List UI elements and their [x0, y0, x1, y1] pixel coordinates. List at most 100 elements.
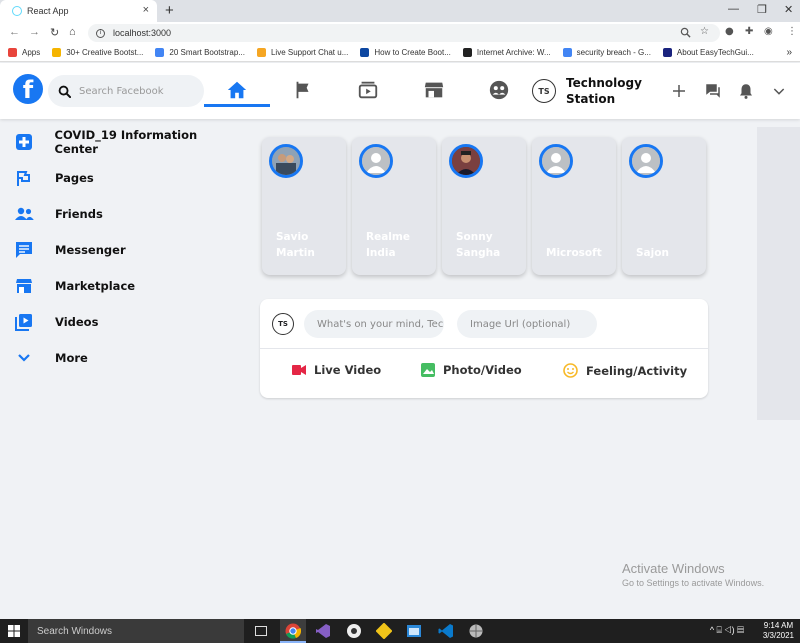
status-input[interactable] — [304, 310, 444, 338]
post-composer: TS Live Video Photo/Video Feeling/Activi… — [260, 299, 708, 398]
bookmark-item[interactable]: security breach - G... — [562, 48, 651, 57]
story-name: Realme India — [366, 231, 410, 259]
sidebar-item-pages[interactable]: Pages — [14, 165, 240, 191]
extension-icon[interactable]: ● — [725, 26, 734, 37]
visual-studio-icon[interactable] — [314, 622, 332, 640]
sidebar-item-label: Pages — [55, 171, 94, 185]
bookmark-item[interactable]: 30+ Creative Bootst... — [52, 48, 143, 57]
search-bar — [48, 75, 204, 107]
url-text: localhost:3000 — [113, 28, 172, 38]
bookmark-label: 30+ Creative Bootst... — [66, 48, 144, 57]
live-video-button[interactable]: Live Video — [292, 363, 381, 377]
marketplace-store-icon — [14, 276, 34, 296]
close-window-icon[interactable]: ✕ — [784, 3, 793, 16]
account-menu-icon[interactable] — [771, 83, 787, 99]
photo-video-button[interactable]: Photo/Video — [421, 363, 522, 377]
reload-icon[interactable]: ↻ — [50, 26, 59, 39]
story-card[interactable]: Microsoft — [532, 137, 616, 275]
zoom-icon[interactable] — [680, 27, 691, 38]
bookmark-item[interactable]: About EasyTechGui... — [662, 48, 754, 57]
sidebar-item-messenger[interactable]: Messenger — [14, 237, 240, 263]
bookmark-item[interactable]: Live Support Chat u... — [256, 48, 349, 57]
story-card[interactable]: Sajon — [622, 137, 706, 275]
sidebar-item-label: Messenger — [55, 243, 126, 257]
profile-chip[interactable]: TS Technology Station — [532, 75, 646, 107]
vscode-icon[interactable] — [437, 622, 455, 640]
extensions-puzzle-icon[interactable]: ✚ — [745, 26, 753, 37]
restore-icon[interactable]: ❐ — [757, 3, 767, 16]
chrome-menu-icon[interactable]: ⋮ — [787, 26, 797, 37]
bookmark-label: Live Support Chat u... — [270, 48, 349, 57]
paint-tool-icon[interactable] — [375, 622, 393, 640]
bookmark-icon — [360, 48, 370, 57]
task-view-icon[interactable] — [252, 622, 270, 640]
story-name: Sonny Sangha — [456, 231, 501, 259]
minimize-icon[interactable]: — — [728, 3, 739, 15]
composer-divider — [260, 348, 708, 349]
image-url-input[interactable] — [457, 310, 597, 338]
home-tab-indicator — [204, 104, 270, 107]
live-video-label: Live Video — [314, 363, 382, 377]
right-widgets-panel — [757, 127, 800, 420]
feeling-activity-button[interactable]: Feeling/Activity — [563, 363, 687, 378]
notifications-icon[interactable] — [737, 82, 755, 100]
watermark-title: Activate Windows — [622, 561, 725, 576]
back-icon[interactable]: ← — [9, 26, 20, 38]
feeling-icon — [563, 363, 578, 378]
chrome-icon[interactable] — [284, 622, 302, 640]
search-input[interactable] — [79, 85, 194, 97]
home-page-icon[interactable]: ⌂ — [69, 26, 76, 38]
bookmark-star-icon[interactable]: ☆ — [700, 26, 709, 37]
messenger-icon[interactable] — [704, 82, 722, 100]
story-card[interactable]: Savio Martin — [262, 137, 346, 275]
browser-tab-strip: React App × + — ❐ ✕ — [0, 0, 800, 22]
sidebar-item-marketplace[interactable]: Marketplace — [14, 273, 240, 299]
app-ball-icon[interactable] — [467, 622, 485, 640]
app-window-icon[interactable] — [405, 622, 423, 640]
story-card[interactable]: Sonny Sangha — [442, 137, 526, 275]
story-avatar-photo — [269, 144, 303, 178]
sidebar-item-videos[interactable]: Videos — [14, 309, 240, 335]
bookmark-item[interactable]: Internet Archive: W... — [462, 48, 551, 57]
story-avatar-default — [539, 144, 573, 178]
sidebar-item-covid[interactable]: COVID_19 Information Center — [14, 128, 240, 156]
browser-tab[interactable]: React App × — [0, 0, 157, 22]
add-icon[interactable] — [670, 82, 688, 100]
app-eye-icon[interactable] — [345, 622, 363, 640]
bookmark-label: Internet Archive: W... — [476, 48, 551, 57]
sidebar-item-friends[interactable]: Friends — [14, 201, 240, 227]
pages-flag-icon — [14, 168, 34, 188]
taskbar-clock[interactable]: 9:14 AM 3/3/2021 — [763, 621, 794, 641]
friends-icon — [14, 204, 34, 224]
windows-start-icon[interactable] — [8, 625, 20, 637]
new-tab-icon[interactable]: + — [165, 2, 174, 19]
facebook-logo-icon[interactable]: f — [13, 74, 43, 104]
more-bookmarks-icon[interactable]: » — [786, 47, 792, 58]
bookmark-item[interactable]: How to Create Boot... — [360, 48, 451, 57]
live-video-icon — [292, 365, 306, 375]
site-info-icon[interactable]: i — [96, 28, 105, 38]
story-card[interactable]: Realme India — [352, 137, 436, 275]
bookmark-item[interactable]: Apps — [8, 48, 40, 57]
bookmark-icon — [52, 48, 62, 57]
photo-video-icon — [421, 363, 435, 377]
home-icon[interactable] — [226, 79, 248, 101]
bookmark-item[interactable]: 20 Smart Bootstrap... — [155, 48, 245, 57]
profile-icon[interactable]: ◉ — [764, 26, 773, 37]
bookmark-icon — [155, 48, 165, 57]
activate-windows-watermark: Activate Windows Go to Settings to activ… — [622, 561, 764, 588]
marketplace-icon[interactable] — [423, 79, 445, 101]
url-field[interactable]: i localhost:3000 — [88, 24, 720, 42]
sidebar-item-more[interactable]: More — [14, 345, 240, 371]
tab-close-icon[interactable]: × — [143, 4, 149, 16]
flag-icon[interactable] — [292, 79, 314, 101]
chevron-down-icon — [14, 348, 34, 368]
composer-avatar: TS — [272, 313, 294, 335]
taskbar-search-input[interactable]: Search Windows — [28, 619, 244, 643]
watch-icon[interactable] — [357, 79, 379, 101]
watermark-subtitle: Go to Settings to activate Windows. — [622, 578, 765, 588]
system-tray[interactable]: ^ ⌸ ◁) ▤ — [710, 625, 744, 636]
forward-icon[interactable]: → — [29, 26, 40, 38]
clock-time: 9:14 AM — [763, 621, 794, 630]
groups-icon[interactable] — [488, 79, 510, 101]
